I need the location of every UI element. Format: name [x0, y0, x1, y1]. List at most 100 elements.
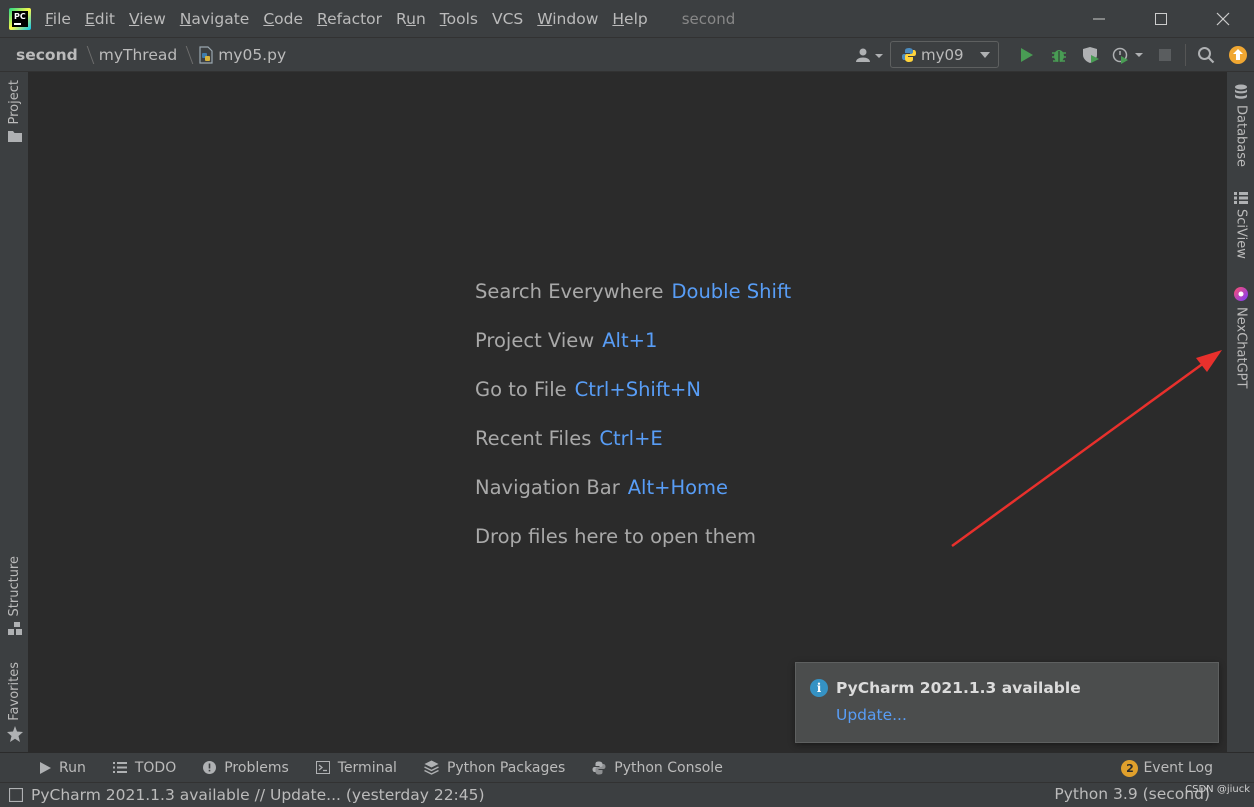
menu-window[interactable]: Window: [537, 10, 598, 28]
ide-update-button[interactable]: [1222, 38, 1254, 71]
minimize-button[interactable]: [1068, 0, 1130, 37]
search-icon: [1198, 46, 1215, 63]
status-message[interactable]: PyCharm 2021.1.3 available // Update... …: [31, 786, 485, 804]
editor-hint-shortcut: Double Shift: [671, 280, 792, 303]
nexchatgpt-tool-button[interactable]: NexChatGPT: [1227, 286, 1254, 388]
database-tool-label: Database: [1233, 105, 1249, 168]
breadcrumb-separator: [179, 45, 194, 64]
problems-icon: [203, 761, 217, 774]
run-tool-button[interactable]: Run: [40, 760, 86, 776]
project-tool-label: Project: [7, 80, 22, 125]
update-arrow-icon: [1229, 45, 1247, 64]
menu-code[interactable]: Code: [263, 10, 303, 28]
folder-icon: [7, 131, 22, 143]
event-log-tool-button[interactable]: 2 Event Log: [1121, 753, 1213, 783]
editor-hint-row: Navigation Bar Alt+Home: [475, 476, 791, 525]
problems-tool-label: Problems: [224, 759, 289, 776]
toolbar-divider: [1185, 43, 1186, 66]
minimize-icon: [1093, 18, 1105, 19]
vcs-user-button[interactable]: [850, 38, 890, 71]
pycharm-logo-icon[interactable]: PC: [9, 7, 31, 30]
run-tool-icon: [40, 761, 51, 774]
editor-hint-label: Go to File: [475, 378, 567, 401]
python-console-icon: [592, 761, 606, 774]
menu-vcs[interactable]: VCS: [492, 10, 523, 28]
python-packages-tool-label: Python Packages: [446, 759, 566, 776]
structure-icon: [7, 622, 22, 636]
python-icon: [902, 47, 916, 62]
favorites-tool-label: Favorites: [7, 662, 22, 721]
database-tool-button[interactable]: Database: [1227, 84, 1254, 167]
editor-hint-row: Go to File Ctrl+Shift+N: [475, 378, 791, 427]
project-tool-button[interactable]: Project: [0, 80, 29, 143]
search-everywhere-button[interactable]: [1190, 38, 1222, 71]
menu-file[interactable]: File: [45, 10, 71, 28]
main-toolbar: my09: [850, 38, 1254, 71]
info-icon: i: [810, 679, 828, 697]
editor-hint-label: Project View: [475, 329, 595, 352]
star-icon: [6, 725, 23, 742]
tool-windows-toggle-icon[interactable]: [9, 788, 23, 802]
notification-update-link[interactable]: Update...: [836, 706, 907, 724]
editor-hint-shortcut: Ctrl+E: [599, 427, 663, 450]
stop-icon: [1159, 48, 1171, 61]
problems-tool-button[interactable]: Problems: [203, 760, 289, 776]
menu-navigate[interactable]: Navigate: [180, 10, 250, 28]
menu-help[interactable]: Help: [612, 10, 647, 28]
menu-tools[interactable]: Tools: [440, 10, 478, 28]
editor-hint-label: Search Everywhere: [475, 280, 664, 303]
editor-hints: Search Everywhere Double Shift Project Vie…: [475, 280, 791, 574]
python-console-tool-button[interactable]: Python Console: [592, 760, 723, 776]
menu-edit[interactable]: Edit: [85, 10, 115, 28]
coverage-shield-icon: [1083, 46, 1099, 63]
profiler-icon: [1112, 47, 1143, 64]
event-log-count-badge: 2: [1121, 759, 1139, 777]
editor-hint-row: Search Everywhere Double Shift: [475, 280, 791, 329]
user-dropdown-icon: [856, 48, 883, 62]
todo-tool-label: TODO: [134, 759, 177, 776]
close-window-button[interactable]: [1192, 0, 1254, 37]
profile-button[interactable]: [1107, 38, 1149, 71]
sciview-grid-icon: [1234, 192, 1248, 204]
run-configuration-select[interactable]: my09: [890, 41, 999, 68]
breadcrumb-project[interactable]: second: [16, 46, 78, 64]
window-title: second: [681, 9, 736, 28]
menu-run[interactable]: Run: [396, 10, 426, 28]
breadcrumb-file-label: my05.py: [218, 45, 287, 64]
close-icon: [1216, 12, 1230, 25]
editor-hint-label: Drop files here to open them: [475, 525, 756, 548]
chevron-down-icon: [980, 51, 990, 58]
event-log-tool-label: Event Log: [1143, 760, 1213, 776]
run-with-coverage-button[interactable]: [1075, 38, 1107, 71]
editor-hint-shortcut: Ctrl+Shift+N: [574, 378, 701, 401]
structure-tool-button[interactable]: Structure: [0, 556, 29, 636]
debug-bug-icon: [1052, 49, 1066, 62]
packages-icon: [424, 760, 439, 775]
editor-hint-row: Drop files here to open them: [475, 525, 791, 574]
run-button[interactable]: [1011, 38, 1043, 71]
terminal-tool-button[interactable]: Terminal: [315, 760, 397, 776]
menu-view[interactable]: View: [129, 10, 166, 28]
editor-hint-row: Recent Files Ctrl+E: [475, 427, 791, 476]
notification-title: PyCharm 2021.1.3 available: [836, 679, 1081, 697]
sciview-tool-button[interactable]: SciView: [1227, 192, 1254, 259]
python-file-icon: [199, 45, 213, 64]
editor-hint-label: Navigation Bar: [475, 476, 620, 499]
title-bar: PC File Edit View Navigate Code Refactor Run To…: [0, 0, 1254, 37]
breadcrumb-file[interactable]: my05.py: [198, 46, 286, 64]
main-menu: File Edit View Navigate Code Refactor Run Tools…: [45, 10, 662, 28]
breadcrumb-folder[interactable]: myThread: [99, 46, 177, 64]
breadcrumb-separator: [80, 45, 94, 64]
menu-refactor[interactable]: Refactor: [317, 10, 382, 28]
stop-button[interactable]: [1149, 38, 1181, 71]
maximize-icon: [1155, 12, 1167, 25]
left-tool-stripe: Project Structure Favorites: [0, 72, 29, 752]
status-bar: PyCharm 2021.1.3 available // Update... …: [0, 782, 1254, 807]
debug-button[interactable]: [1043, 38, 1075, 71]
todo-tool-button[interactable]: TODO: [112, 759, 177, 776]
update-notification: i PyCharm 2021.1.3 available Update...: [795, 662, 1219, 743]
window-controls: [1068, 0, 1254, 37]
maximize-button[interactable]: [1130, 0, 1192, 37]
python-packages-tool-button[interactable]: Python Packages: [424, 760, 565, 776]
favorites-tool-button[interactable]: Favorites: [0, 662, 29, 742]
